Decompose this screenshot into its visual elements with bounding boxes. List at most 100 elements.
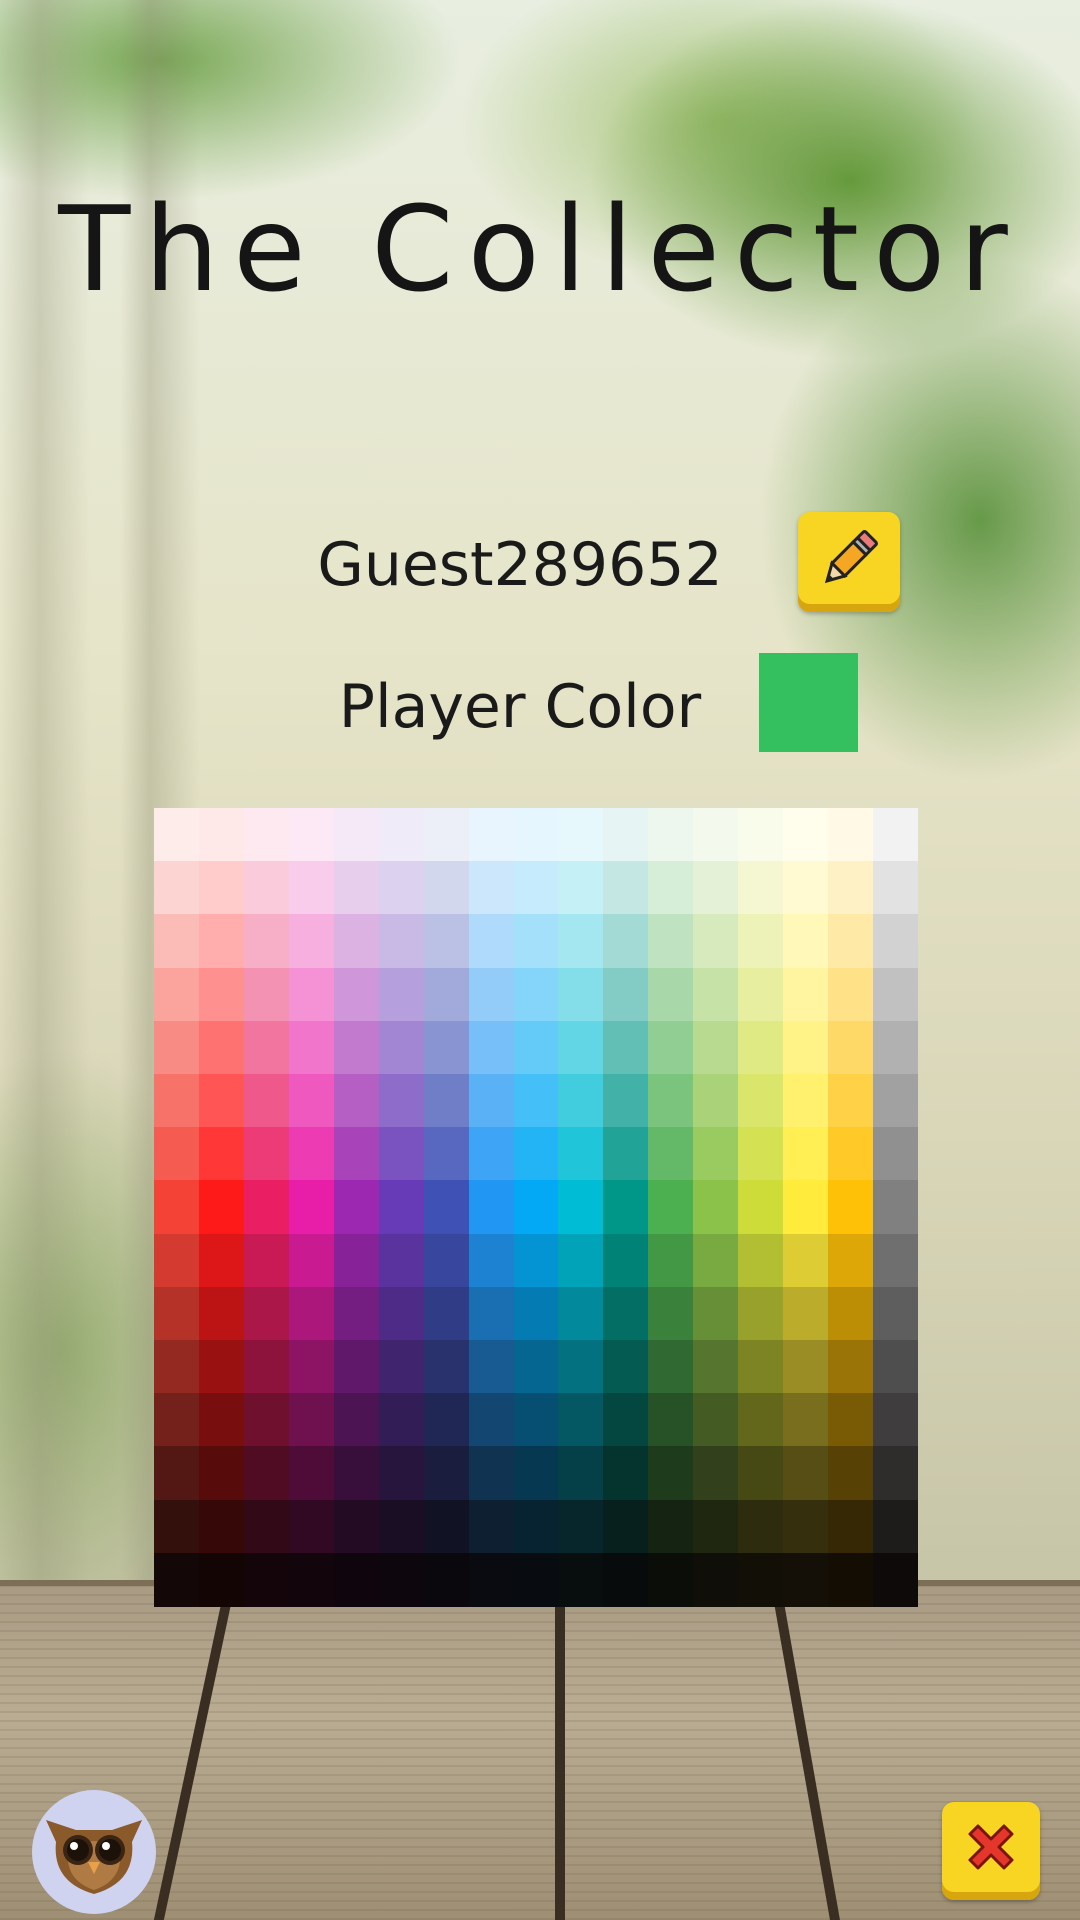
palette-swatch[interactable] [648, 1393, 694, 1448]
palette-swatch[interactable] [333, 1499, 379, 1554]
palette-swatch[interactable] [648, 1446, 694, 1501]
palette-swatch[interactable] [513, 1340, 559, 1394]
palette-swatch[interactable] [693, 1020, 739, 1075]
palette-swatch[interactable] [513, 1286, 559, 1341]
palette-swatch[interactable] [603, 1393, 649, 1448]
palette-swatch[interactable] [243, 967, 289, 1022]
palette-swatch[interactable] [243, 1446, 289, 1501]
palette-swatch[interactable] [468, 1286, 514, 1341]
palette-swatch[interactable] [648, 1180, 694, 1235]
palette-swatch[interactable] [693, 1074, 739, 1128]
palette-swatch[interactable] [738, 1127, 784, 1182]
palette-swatch[interactable] [693, 1446, 739, 1501]
palette-swatch[interactable] [513, 1127, 559, 1182]
avatar-button[interactable] [32, 1790, 156, 1914]
palette-swatch[interactable] [378, 967, 424, 1022]
palette-swatch[interactable] [603, 861, 649, 916]
palette-swatch[interactable] [603, 1127, 649, 1182]
palette-swatch[interactable] [738, 861, 784, 916]
palette-swatch[interactable] [288, 1552, 334, 1607]
palette-swatch[interactable] [243, 1233, 289, 1288]
palette-swatch[interactable] [603, 1020, 649, 1075]
palette-swatch[interactable] [333, 1340, 379, 1394]
palette-swatch[interactable] [783, 861, 829, 916]
palette-swatch[interactable] [154, 808, 199, 862]
palette-swatch[interactable] [288, 1020, 334, 1075]
palette-swatch[interactable] [603, 1499, 649, 1554]
palette-swatch[interactable] [783, 808, 829, 862]
palette-swatch[interactable] [333, 1286, 379, 1341]
palette-swatch[interactable] [288, 1393, 334, 1448]
palette-swatch[interactable] [558, 1446, 604, 1501]
palette-swatch[interactable] [873, 1127, 919, 1182]
palette-swatch[interactable] [468, 1340, 514, 1394]
palette-swatch[interactable] [783, 967, 829, 1022]
palette-swatch[interactable] [243, 1020, 289, 1075]
palette-swatch[interactable] [873, 1180, 919, 1235]
palette-swatch[interactable] [243, 1552, 289, 1607]
palette-swatch[interactable] [738, 967, 784, 1022]
palette-swatch[interactable] [468, 1020, 514, 1075]
palette-swatch[interactable] [333, 861, 379, 916]
palette-swatch[interactable] [648, 861, 694, 916]
palette-swatch[interactable] [558, 808, 604, 862]
palette-swatch[interactable] [693, 1393, 739, 1448]
palette-swatch[interactable] [603, 967, 649, 1022]
palette-swatch[interactable] [873, 1340, 919, 1394]
palette-swatch[interactable] [558, 914, 604, 969]
palette-swatch[interactable] [423, 1340, 469, 1394]
palette-swatch[interactable] [603, 1340, 649, 1394]
palette-swatch[interactable] [198, 1180, 244, 1235]
palette-swatch[interactable] [558, 861, 604, 916]
palette-swatch[interactable] [738, 914, 784, 969]
palette-swatch[interactable] [288, 1499, 334, 1554]
palette-swatch[interactable] [558, 1552, 604, 1607]
palette-swatch[interactable] [783, 1074, 829, 1128]
palette-swatch[interactable] [873, 1499, 919, 1554]
palette-swatch[interactable] [648, 1020, 694, 1075]
palette-swatch[interactable] [333, 1552, 379, 1607]
palette-swatch[interactable] [423, 808, 469, 862]
palette-swatch[interactable] [198, 1074, 244, 1128]
palette-swatch[interactable] [288, 808, 334, 862]
palette-swatch[interactable] [288, 1446, 334, 1501]
palette-swatch[interactable] [873, 1286, 919, 1341]
palette-swatch[interactable] [243, 1393, 289, 1448]
palette-swatch[interactable] [423, 967, 469, 1022]
palette-swatch[interactable] [333, 1180, 379, 1235]
palette-swatch[interactable] [828, 1446, 874, 1501]
palette-swatch[interactable] [288, 1233, 334, 1288]
palette-swatch[interactable] [154, 1446, 199, 1501]
palette-swatch[interactable] [693, 1127, 739, 1182]
palette-swatch[interactable] [243, 808, 289, 862]
palette-swatch[interactable] [558, 1286, 604, 1341]
palette-swatch[interactable] [828, 1340, 874, 1394]
palette-swatch[interactable] [468, 1499, 514, 1554]
palette-swatch[interactable] [558, 1074, 604, 1128]
palette-swatch[interactable] [873, 1020, 919, 1075]
palette-swatch[interactable] [423, 1446, 469, 1501]
palette-swatch[interactable] [198, 808, 244, 862]
palette-swatch[interactable] [603, 1180, 649, 1235]
palette-swatch[interactable] [558, 1180, 604, 1235]
palette-swatch[interactable] [333, 1393, 379, 1448]
palette-swatch[interactable] [603, 1446, 649, 1501]
palette-swatch[interactable] [243, 861, 289, 916]
palette-swatch[interactable] [738, 1020, 784, 1075]
palette-swatch[interactable] [333, 1446, 379, 1501]
palette-swatch[interactable] [828, 861, 874, 916]
palette-swatch[interactable] [513, 1074, 559, 1128]
palette-swatch[interactable] [783, 1552, 829, 1607]
palette-swatch[interactable] [198, 1233, 244, 1288]
palette-swatch[interactable] [378, 1552, 424, 1607]
palette-swatch[interactable] [783, 1127, 829, 1182]
palette-swatch[interactable] [783, 1446, 829, 1501]
palette-swatch[interactable] [828, 1127, 874, 1182]
palette-swatch[interactable] [378, 1446, 424, 1501]
palette-swatch[interactable] [738, 1393, 784, 1448]
palette-swatch[interactable] [198, 1340, 244, 1394]
palette-swatch[interactable] [558, 1340, 604, 1394]
palette-swatch[interactable] [603, 808, 649, 862]
palette-swatch[interactable] [783, 1233, 829, 1288]
palette-swatch[interactable] [693, 914, 739, 969]
